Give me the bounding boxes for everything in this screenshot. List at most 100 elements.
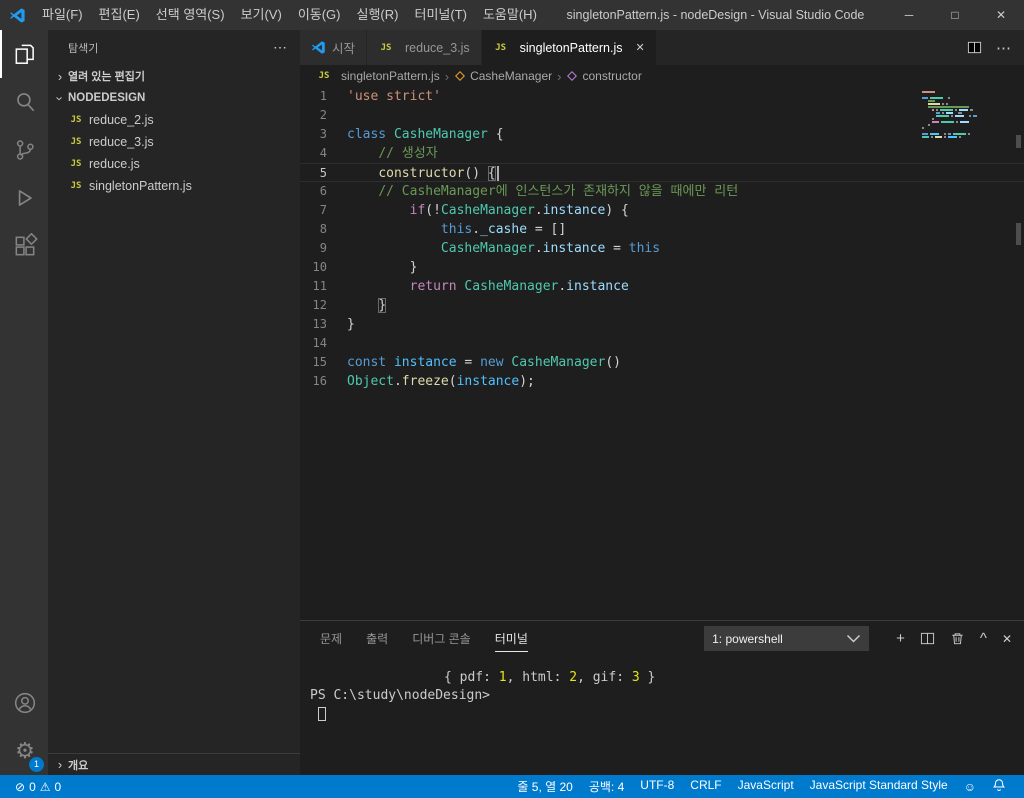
status-encoding[interactable]: UTF-8: [632, 778, 682, 795]
menubar-item[interactable]: 실행(R): [349, 0, 407, 30]
tab-reduce-3[interactable]: JS reduce_3.js: [367, 30, 482, 65]
panel-tab-output[interactable]: 출력: [366, 626, 388, 652]
line-number[interactable]: 15: [300, 353, 347, 372]
sidebar-more-icon[interactable]: ⋯: [273, 39, 288, 56]
notifications-bell-icon[interactable]: [984, 778, 1014, 795]
split-editor-icon[interactable]: [967, 40, 982, 55]
code-line[interactable]: 5 constructor() {: [300, 163, 1024, 182]
menubar-item[interactable]: 터미널(T): [406, 0, 474, 30]
status-eol[interactable]: CRLF: [682, 778, 729, 795]
line-number[interactable]: 3: [300, 125, 347, 144]
line-number[interactable]: 6: [300, 182, 347, 201]
code-line[interactable]: 1'use strict': [300, 87, 1024, 106]
close-button[interactable]: ✕: [978, 0, 1024, 30]
line-number[interactable]: 10: [300, 258, 347, 277]
status-linter[interactable]: JavaScript Standard Style: [802, 778, 956, 795]
code-line[interactable]: 3 class CasheManager {: [300, 125, 1024, 144]
code-text: }: [347, 315, 355, 334]
minimap-space: [941, 133, 942, 135]
menubar-item[interactable]: 선택 영역(S): [148, 0, 233, 30]
file-item[interactable]: JS reduce_2.js: [48, 109, 300, 131]
line-number[interactable]: 7: [300, 201, 347, 220]
source-control-icon[interactable]: [0, 126, 48, 174]
explorer-icon[interactable]: [0, 30, 48, 78]
folder-section-nodedesign[interactable]: › NODEDESIGN: [48, 87, 300, 109]
open-editors-section[interactable]: › 열려 있는 편집기: [48, 65, 300, 87]
code-line[interactable]: 6 // CasheManager에 인스턴스가 존재하지 않을 때에만 리턴: [300, 182, 1024, 201]
status-cursor-position[interactable]: 줄 5, 열 20: [509, 778, 580, 795]
line-number[interactable]: 12: [300, 296, 347, 315]
menubar-item[interactable]: 보기(V): [233, 0, 290, 30]
code-line[interactable]: 7 if(!CasheManager.instance) {: [300, 201, 1024, 220]
status-bar-right: 줄 5, 열 20 공백: 4 UTF-8 CRLF JavaScript JavaScr…: [509, 778, 1014, 795]
account-icon[interactable]: [0, 679, 48, 727]
code-line[interactable]: 13}: [300, 315, 1024, 334]
extensions-icon[interactable]: [0, 222, 48, 270]
line-number[interactable]: 13: [300, 315, 347, 334]
code-line[interactable]: 14: [300, 334, 1024, 353]
tab-welcome[interactable]: 시작: [300, 30, 368, 65]
line-number[interactable]: 9: [300, 239, 347, 258]
code-text: CasheManager.instance = this: [347, 239, 660, 258]
code-line[interactable]: 11 return CasheManager.instance: [300, 277, 1024, 296]
code-line[interactable]: 15 const instance = new CasheManager(): [300, 353, 1024, 372]
tab-label: 시작: [332, 42, 356, 56]
menubar-item[interactable]: 편집(E): [91, 0, 148, 30]
code-editor[interactable]: 1'use strict' 2 3 class CasheManager {4 // …: [300, 87, 1024, 620]
file-item[interactable]: JS reduce.js: [48, 153, 300, 175]
code-line[interactable]: 16 Object.freeze(instance);: [300, 372, 1024, 391]
kill-terminal-trash-icon[interactable]: [950, 631, 965, 646]
code-line[interactable]: 4 // 생성자: [300, 144, 1024, 163]
line-number[interactable]: 8: [300, 220, 347, 239]
code-line[interactable]: 10 }: [300, 258, 1024, 277]
js-file-icon: JS: [70, 115, 82, 125]
minimap[interactable]: [922, 91, 1010, 139]
line-number[interactable]: 16: [300, 372, 347, 391]
settings-gear-icon[interactable]: ⚙ 1: [0, 727, 48, 775]
minimap-segment: [956, 121, 958, 123]
search-icon[interactable]: [0, 78, 48, 126]
line-number[interactable]: 2: [300, 106, 347, 125]
line-number[interactable]: 14: [300, 334, 347, 353]
split-terminal-icon[interactable]: [920, 631, 935, 646]
line-number[interactable]: 11: [300, 277, 347, 296]
file-item[interactable]: JS reduce_3.js: [48, 131, 300, 153]
maximize-button[interactable]: □: [932, 0, 978, 30]
terminal-shell-select[interactable]: 1: powershell: [704, 626, 870, 651]
status-language-mode[interactable]: JavaScript: [730, 778, 802, 795]
code-line[interactable]: 8 this._cashe = []: [300, 220, 1024, 239]
panel-tab-problems[interactable]: 문제: [320, 626, 342, 652]
panel-tab-debug-console[interactable]: 디버그 콘솔: [412, 626, 471, 652]
file-item[interactable]: JS singletonPattern.js: [48, 175, 300, 197]
outline-section[interactable]: › 개요: [48, 753, 300, 775]
line-number[interactable]: 4: [300, 144, 347, 163]
menubar: 파일(F) 편집(E) 선택 영역(S) 보기(V) 이동(G) 실행(R) 터미널(T) 도…: [34, 0, 545, 30]
minimize-button[interactable]: ─: [886, 0, 932, 30]
breadcrumb-class[interactable]: CasheManager: [454, 69, 552, 83]
menubar-item[interactable]: 이동(G): [290, 0, 349, 30]
menubar-item[interactable]: 파일(F): [34, 0, 91, 30]
maximize-panel-icon[interactable]: ^: [980, 630, 987, 647]
panel-tab-terminal[interactable]: 터미널: [494, 626, 528, 652]
breadcrumb-method[interactable]: constructor: [566, 69, 642, 83]
more-actions-icon[interactable]: ⋯: [996, 39, 1012, 57]
line-number[interactable]: 1: [300, 87, 347, 106]
code-line[interactable]: 12 }: [300, 296, 1024, 315]
minimap-segment: [928, 106, 969, 108]
minimap-segment: [931, 136, 933, 138]
run-debug-icon[interactable]: [0, 174, 48, 222]
close-panel-icon[interactable]: ✕: [1002, 632, 1012, 646]
status-indentation[interactable]: 공백: 4: [581, 778, 632, 795]
new-terminal-icon[interactable]: +: [896, 630, 905, 647]
close-tab-icon[interactable]: ✕: [635, 41, 644, 54]
code-line[interactable]: 2: [300, 106, 1024, 125]
code-line[interactable]: 9 CasheManager.instance = this: [300, 239, 1024, 258]
terminal[interactable]: { pdf: 1, html: 2, gif: 3 } PS C:\study\n…: [300, 656, 1024, 775]
problems-status[interactable]: ⊘ 0 ⚠ 0: [10, 780, 66, 794]
breadcrumb-file[interactable]: JS singletonPattern.js: [316, 69, 440, 83]
feedback-icon[interactable]: ☺: [956, 780, 984, 794]
minimap-segment: [930, 97, 943, 99]
line-number[interactable]: 5: [300, 164, 347, 181]
menubar-item[interactable]: 도움말(H): [475, 0, 545, 30]
tab-singleton-pattern[interactable]: JS singletonPattern.js ✕: [481, 30, 657, 65]
